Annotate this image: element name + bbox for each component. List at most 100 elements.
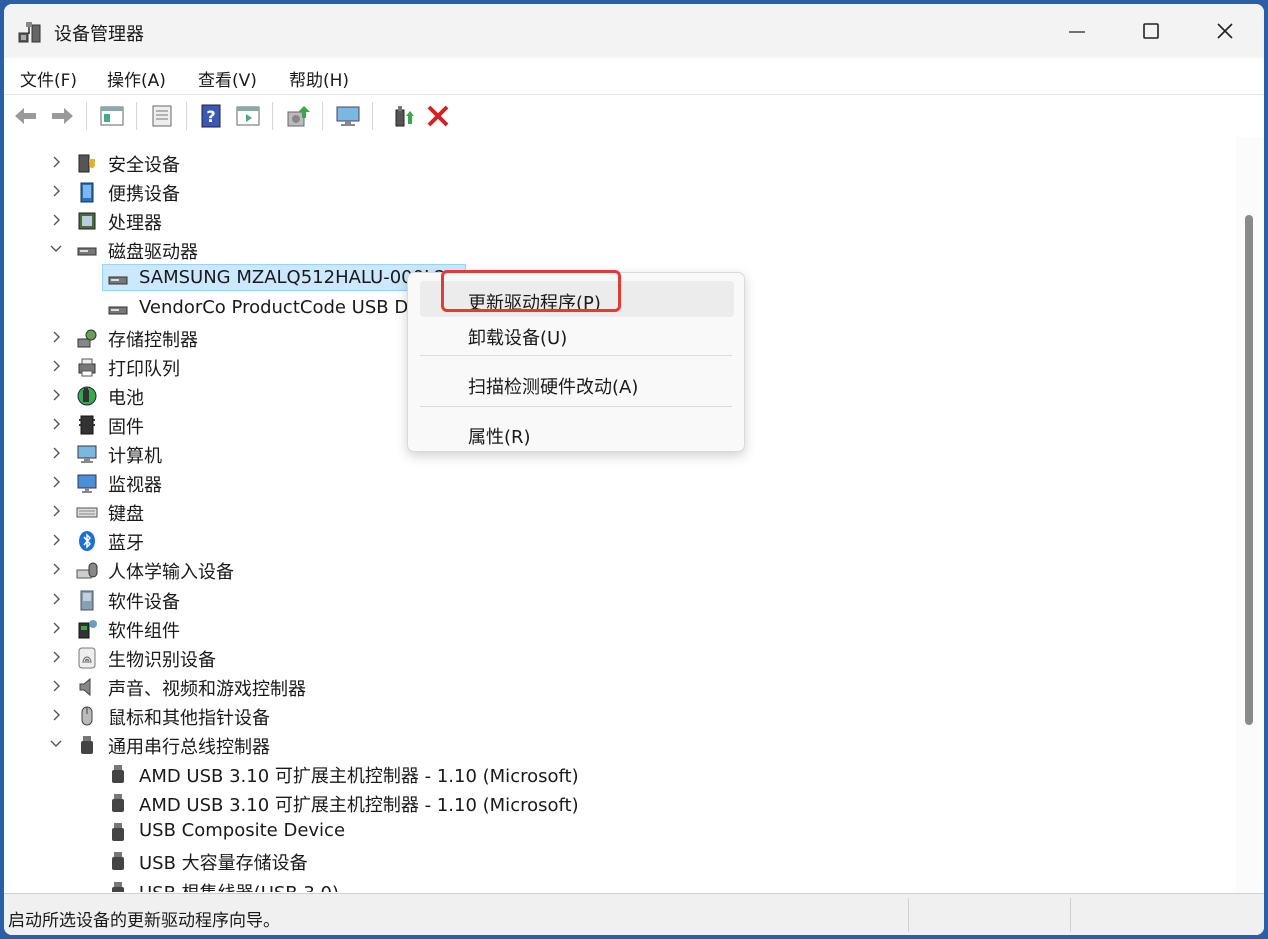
- enable-device-icon[interactable]: [390, 102, 418, 130]
- tree-row[interactable]: 生物识别设备: [4, 643, 1234, 672]
- menu-help[interactable]: 帮助(H): [289, 66, 349, 91]
- hid-icon: [76, 562, 98, 579]
- uninstall-device-icon[interactable]: [424, 102, 452, 130]
- tree-row[interactable]: 软件组件: [4, 614, 1234, 643]
- usb-icon: [112, 765, 124, 784]
- tree-row[interactable]: 便携设备: [4, 177, 1234, 206]
- maximize-button[interactable]: [1114, 4, 1188, 58]
- title-bar: 设备管理器: [4, 4, 1264, 58]
- tree-row[interactable]: 声音、视频和游戏控制器: [4, 672, 1234, 701]
- close-button[interactable]: [1188, 4, 1262, 58]
- menu-view[interactable]: 查看(V): [198, 66, 257, 91]
- security-device-icon: [78, 154, 95, 173]
- menu-file[interactable]: 文件(F): [20, 66, 77, 91]
- tree-row-label: USB 根集线器(USB 3.0): [139, 879, 339, 893]
- tree-row-label: 打印队列: [108, 358, 180, 380]
- forward-arrow-icon[interactable]: [48, 102, 76, 130]
- software-device-icon: [80, 590, 94, 610]
- tree-row[interactable]: AMD USB 3.10 可扩展主机控制器 - 1.10 (Microsoft): [4, 788, 1234, 817]
- tree-row-label: USB Composite Device: [139, 820, 346, 842]
- disk-drive-icon: [108, 306, 128, 314]
- tree-row[interactable]: 人体学输入设备: [4, 555, 1234, 584]
- chevron-right-icon[interactable]: [49, 708, 63, 722]
- usb-icon: [112, 852, 124, 871]
- chevron-right-icon[interactable]: [49, 446, 63, 460]
- svg-text:?: ?: [206, 107, 215, 126]
- tree-row[interactable]: USB 根集线器(USB 3.0): [4, 876, 1234, 893]
- back-arrow-icon[interactable]: [12, 102, 40, 130]
- tree-row[interactable]: 磁盘驱动器: [4, 235, 1234, 264]
- chevron-right-icon[interactable]: [49, 504, 63, 518]
- device-tree: 安全设备 便携设备 处理器 磁盘驱动器 SAMSUNG MZALQ512HALU-000…: [4, 137, 1264, 892]
- tree-row-label: 安全设备: [108, 155, 180, 176]
- tree-row-label: 监视器: [108, 475, 162, 497]
- tree-row-label: 通用串行总线控制器: [108, 737, 270, 758]
- properties-icon[interactable]: [148, 102, 176, 130]
- tree-row[interactable]: 处理器: [4, 206, 1234, 235]
- chevron-right-icon[interactable]: [49, 213, 63, 227]
- chevron-right-icon[interactable]: [49, 359, 63, 373]
- chevron-right-icon[interactable]: [49, 475, 63, 489]
- monitor-icon: [77, 474, 97, 494]
- update-driver-icon[interactable]: [284, 102, 312, 130]
- ctx-separator: [420, 355, 732, 356]
- tree-row[interactable]: USB Composite Device: [4, 817, 1234, 846]
- chevron-right-icon[interactable]: [49, 330, 63, 344]
- chevron-right-icon[interactable]: [49, 533, 63, 547]
- usb-icon: [112, 794, 124, 813]
- ctx-item-label: 属性(R): [468, 427, 531, 448]
- vertical-scrollbar[interactable]: [1236, 137, 1264, 892]
- chevron-right-icon[interactable]: [49, 417, 63, 431]
- menu-action[interactable]: 操作(A): [107, 66, 166, 91]
- chevron-right-icon[interactable]: [49, 679, 63, 693]
- ctx-uninstall-device[interactable]: 卸载设备(U): [420, 316, 734, 352]
- tree-row-label: 软件组件: [108, 620, 180, 642]
- software-component-icon: [78, 619, 97, 639]
- toolbar-separator: [186, 102, 187, 130]
- tree-row[interactable]: 鼠标和其他指针设备: [4, 701, 1234, 730]
- mouse-icon: [81, 706, 93, 726]
- toolbar-separator: [272, 102, 273, 130]
- ctx-properties[interactable]: 属性(R): [420, 415, 734, 451]
- ctx-scan-hardware[interactable]: 扫描检测硬件改动(A): [420, 365, 734, 401]
- chevron-right-icon[interactable]: [49, 592, 63, 606]
- help-icon[interactable]: ?: [198, 102, 226, 130]
- tree-row[interactable]: 键盘: [4, 497, 1234, 526]
- chevron-down-icon[interactable]: [49, 242, 63, 256]
- tree-row-label: 蓝牙: [108, 533, 144, 555]
- chevron-right-icon[interactable]: [49, 184, 63, 198]
- chevron-right-icon[interactable]: [49, 155, 63, 169]
- tree-row-label: 处理器: [108, 213, 162, 235]
- tree-row[interactable]: 软件设备: [4, 585, 1234, 614]
- tree-row-label: AMD USB 3.10 可扩展主机控制器 - 1.10 (Microsoft): [139, 795, 579, 817]
- device-manager-app-icon: [18, 22, 41, 43]
- tree-row[interactable]: USB 大容量存储设备: [4, 846, 1234, 875]
- minimize-button[interactable]: [1040, 4, 1114, 58]
- chevron-right-icon[interactable]: [49, 388, 63, 402]
- show-hide-console-tree-icon[interactable]: [98, 102, 126, 130]
- fingerprint-icon: [78, 647, 96, 669]
- status-bar: 启动所选设备的更新驱动程序向导。: [4, 893, 1264, 935]
- annotation-highlight-box: [441, 270, 621, 312]
- speaker-icon: [79, 677, 91, 696]
- chevron-down-icon[interactable]: [49, 737, 63, 751]
- storage-controller-icon: [77, 329, 97, 348]
- chevron-right-icon[interactable]: [49, 650, 63, 664]
- tree-row[interactable]: 监视器: [4, 468, 1234, 497]
- toolbar-separator: [322, 102, 323, 130]
- chevron-right-icon[interactable]: [49, 621, 63, 635]
- tree-row-label: 便携设备: [108, 184, 180, 206]
- tree-row[interactable]: 通用串行总线控制器: [4, 730, 1234, 759]
- scrollbar-thumb[interactable]: [1245, 215, 1253, 725]
- tree-row[interactable]: 蓝牙: [4, 526, 1234, 555]
- tree-row-label: 计算机: [108, 446, 162, 467]
- tree-row-label: AMD USB 3.10 可扩展主机控制器 - 1.10 (Microsoft): [139, 766, 579, 788]
- scan-hardware-icon[interactable]: [334, 102, 362, 130]
- ctx-item-label: 卸载设备(U): [468, 328, 568, 349]
- chevron-right-icon[interactable]: [49, 562, 63, 576]
- portable-device-icon: [80, 182, 94, 203]
- action-pane-icon[interactable]: [234, 102, 262, 130]
- computer-icon: [77, 445, 97, 463]
- tree-row[interactable]: AMD USB 3.10 可扩展主机控制器 - 1.10 (Microsoft): [4, 759, 1234, 788]
- tree-row[interactable]: 安全设备: [4, 148, 1234, 177]
